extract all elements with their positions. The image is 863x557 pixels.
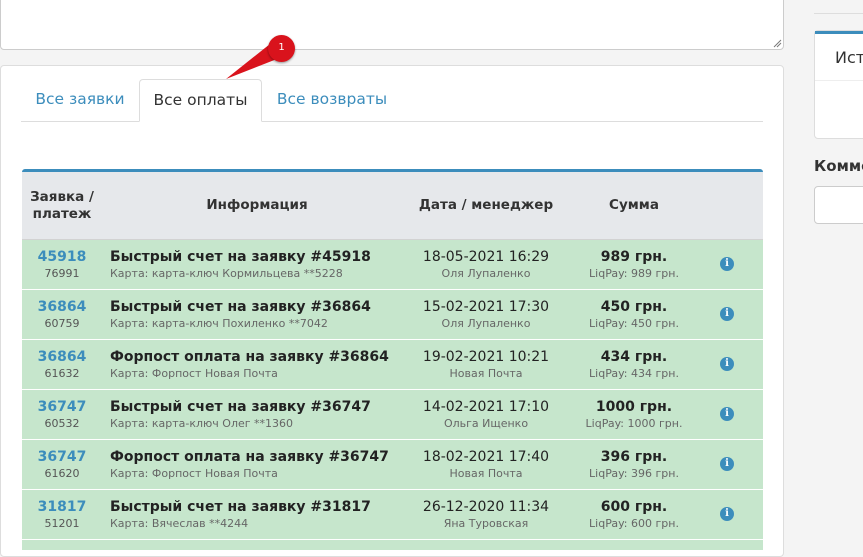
payment-manager: Новая Почта [449, 467, 523, 480]
payment-manager: Оля Лупаленко [441, 317, 531, 330]
payment-card: Карта: карта-ключ Олег **1360 [110, 417, 294, 430]
payment-sum: 1000 грн. [595, 399, 673, 415]
order-link[interactable]: 36747 [22, 448, 102, 466]
order-link[interactable]: 36747 [22, 398, 102, 416]
payment-sum: 989 грн. [600, 249, 668, 265]
payment-card: Карта: карта-ключ Кормильцева **5228 [110, 267, 343, 280]
payment-sum: 396 грн. [600, 449, 668, 465]
order-link[interactable]: 36864 [22, 348, 102, 366]
payment-id: 51201 [44, 517, 80, 530]
header-order-payment: Заявка / платеж [30, 188, 94, 222]
payment-card: Карта: Форпост Новая Почта [110, 367, 278, 380]
payment-title: Быстрый счет на заявку #36747 [110, 399, 371, 415]
header-date-manager: Дата / менеджер [418, 197, 554, 213]
payment-id: 60759 [44, 317, 80, 330]
payment-title: Быстрый счет на заявку #36864 [110, 299, 371, 315]
payment-manager: Оля Лупаленко [441, 267, 531, 280]
comment-textarea[interactable] [0, 0, 784, 50]
payment-method: LiqPay: 1000 грн. [585, 417, 683, 430]
sidebar-divider [814, 13, 863, 14]
payment-sum: 434 грн. [600, 349, 668, 365]
payments-table: Заявка / платеж Информация Дата / менедж… [22, 169, 763, 551]
table-row: 45918 76991 Быстрый счет на заявку #45918… [22, 240, 763, 290]
payment-manager: Новая Почта [449, 367, 523, 380]
payment-method: LiqPay: 989 грн. [589, 267, 679, 280]
payment-title: Быстрый счет на заявку #31817 [110, 499, 371, 515]
header-info: Информация [206, 197, 308, 213]
info-icon[interactable]: i [720, 307, 734, 321]
annotation-marker: 1 [268, 35, 295, 62]
order-link[interactable]: 45918 [22, 248, 102, 266]
comment-input[interactable] [814, 186, 863, 224]
payment-manager: Ольга Ищенко [443, 417, 529, 430]
sidebar-history-box: Ист [814, 30, 863, 139]
payment-method: LiqPay: 600 грн. [589, 517, 679, 530]
table-row: 36864 61632 Форпост оплата на заявку #368… [22, 340, 763, 390]
table-header: Заявка / платеж Информация Дата / менедж… [22, 172, 763, 240]
table-row: 36747 61620 Форпост оплата на заявку #367… [22, 440, 763, 490]
table-row: 36747 60532 Быстрый счет на заявку #36747… [22, 390, 763, 440]
table-row: 36864 60759 Быстрый счет на заявку #36864… [22, 290, 763, 340]
payments-panel: Все заявки Все оплаты Все возвраты Заявк… [0, 65, 784, 557]
info-icon[interactable]: i [720, 457, 734, 471]
tab-all-orders[interactable]: Все заявки [21, 79, 139, 120]
payment-title: Быстрый счет на заявку #45918 [110, 249, 371, 265]
order-link[interactable]: 36864 [22, 298, 102, 316]
payment-title: Форпост оплата на заявку #36747 [110, 449, 389, 465]
payment-id: 61620 [44, 467, 80, 480]
table-row [22, 540, 763, 551]
payment-method: LiqPay: 434 грн. [589, 367, 679, 380]
payment-card: Карта: карта-ключ Похиленко **7042 [110, 317, 328, 330]
payment-method: LiqPay: 450 грн. [589, 317, 679, 330]
sidebar-box-title: Ист [835, 48, 863, 67]
info-icon[interactable]: i [720, 407, 734, 421]
payment-id: 61632 [44, 367, 80, 380]
payment-date: 18-05-2021 16:29 [422, 249, 550, 265]
info-icon[interactable]: i [720, 507, 734, 521]
info-icon[interactable]: i [720, 257, 734, 271]
tab-all-payments[interactable]: Все оплаты [139, 79, 262, 122]
info-icon[interactable]: i [720, 357, 734, 371]
payment-date: 19-02-2021 10:21 [422, 349, 550, 365]
payment-sum: 450 грн. [600, 299, 668, 315]
comment-label: Комме [814, 157, 863, 175]
payment-date: 14-02-2021 17:10 [422, 399, 550, 415]
payment-card: Карта: Вячеслав **4244 [110, 517, 249, 530]
payment-date: 18-02-2021 17:40 [422, 449, 550, 465]
payment-method: LiqPay: 396 грн. [589, 467, 679, 480]
payment-id: 76991 [44, 267, 80, 280]
order-link[interactable]: 31817 [22, 498, 102, 516]
payment-date: 26-12-2020 11:34 [422, 499, 550, 515]
header-sum: Сумма [609, 197, 659, 213]
payment-manager: Яна Туровская [443, 517, 529, 530]
payment-sum: 600 грн. [600, 499, 668, 515]
payment-title: Форпост оплата на заявку #36864 [110, 349, 389, 365]
payment-card: Карта: Форпост Новая Почта [110, 467, 278, 480]
tab-all-refunds[interactable]: Все возвраты [262, 79, 402, 120]
table-row: 31817 51201 Быстрый счет на заявку #31817… [22, 490, 763, 540]
payment-id: 60532 [44, 417, 80, 430]
resize-grip-icon[interactable] [773, 39, 782, 48]
tabs-bar: Все заявки Все оплаты Все возвраты [21, 79, 763, 122]
sidebar-box-header: Ист [815, 31, 863, 81]
payment-date: 15-02-2021 17:30 [422, 299, 550, 315]
